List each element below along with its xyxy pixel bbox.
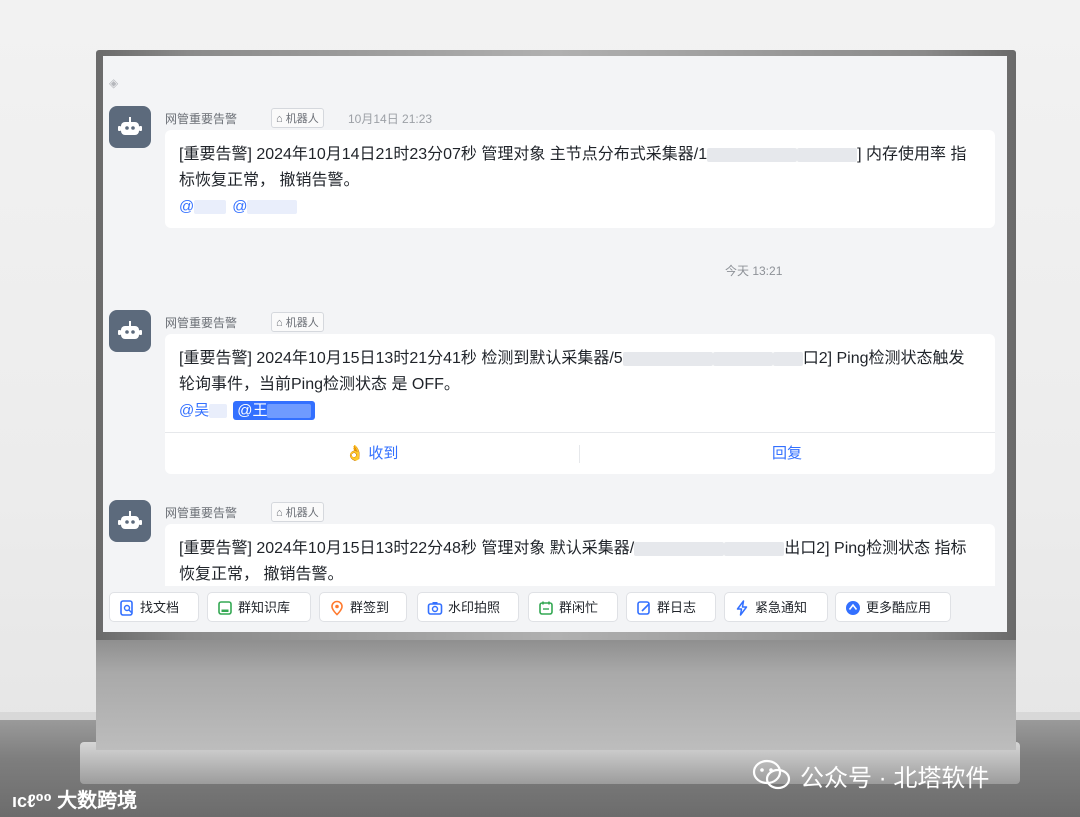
mention[interactable]: @吴	[179, 402, 228, 419]
knowledge-base-icon	[218, 601, 232, 615]
robot-tag: ⌂ 机器人	[271, 312, 324, 332]
day-separator: 今天 13:21	[725, 264, 783, 278]
more-apps-icon	[846, 601, 860, 615]
checkin-button[interactable]: 群签到	[319, 592, 407, 622]
checkin-icon	[331, 600, 343, 616]
robot-avatar[interactable]	[109, 106, 151, 148]
received-button[interactable]: 👌 收到	[165, 433, 579, 475]
watermark-wechat: 公众号 · 北塔软件	[800, 765, 990, 792]
message-bubble[interactable]: [重要告警] 2024年10月14日21时23分07秒 管理对象 主节点分布式采…	[165, 130, 995, 228]
camera-icon	[427, 602, 443, 615]
group-busy-button[interactable]: 群闲忙	[528, 592, 618, 622]
watermark-brand: ıcℓ⁰⁰ 大数跨境	[12, 790, 138, 812]
robot-tag: ⌂ 机器人	[271, 108, 324, 128]
reply-button[interactable]: 回复	[580, 433, 994, 475]
brand-logo-icon: ıcℓ⁰⁰	[12, 791, 52, 811]
urgent-notice-button[interactable]: 紧急通知	[724, 592, 828, 622]
more-apps-button[interactable]: 更多酷应用	[835, 592, 951, 622]
robot-avatar[interactable]	[109, 310, 151, 352]
message-bubble[interactable]: [重要告警] 2024年10月15日13时21分41秒 检测到默认采集器/5 口2…	[165, 334, 995, 474]
mention-selected[interactable]: @王	[233, 401, 316, 420]
robot-avatar[interactable]	[109, 500, 151, 542]
robot-icon	[118, 511, 142, 529]
message-actions: 👌 收到 回复	[165, 432, 995, 475]
watermark-photo-button[interactable]: 水印拍照	[417, 592, 519, 622]
sender-name[interactable]: 网管重要告警	[165, 110, 237, 127]
message-time: 10月14日 21:23	[348, 112, 433, 126]
message-text: [重要告警] 2024年10月14日21时23分07秒 管理对象 主节点分布式采…	[179, 146, 967, 215]
robot-icon	[118, 321, 142, 339]
message-text: [重要告警] 2024年10月15日13时21分41秒 检测到默认采集器/5 口2…	[179, 350, 965, 420]
mention[interactable]: @	[179, 198, 227, 215]
robot-tag: ⌂ 机器人	[271, 502, 324, 522]
group-log-button[interactable]: 群日志	[626, 592, 716, 622]
find-doc-button[interactable]: 找文档	[109, 592, 199, 622]
calendar-icon	[539, 601, 553, 615]
mention[interactable]: @	[232, 198, 298, 215]
robot-icon	[118, 117, 142, 135]
top-icon: ◈	[109, 76, 119, 90]
lightning-icon	[736, 600, 748, 616]
sender-name[interactable]: 网管重要告警	[165, 314, 237, 331]
monitor-lower-panel	[96, 640, 1016, 750]
message-text: [重要告警] 2024年10月15日13时22分48秒 管理对象 默认采集器/出…	[179, 540, 967, 583]
chat-window: ◈ 网管重要告警 ⌂ 机器人 10月14日 21:23 [重要告警] 2024年…	[103, 56, 1007, 632]
wechat-icon	[752, 759, 791, 790]
search-doc-icon	[120, 600, 133, 616]
log-icon	[637, 601, 650, 615]
quick-app-toolbar: 找文档 群知识库 群签到 水印拍照 群闲忙 群日志 紧急通知 更多酷应用	[103, 586, 1007, 632]
sender-name[interactable]: 网管重要告警	[165, 504, 237, 521]
knowledge-base-button[interactable]: 群知识库	[207, 592, 311, 622]
